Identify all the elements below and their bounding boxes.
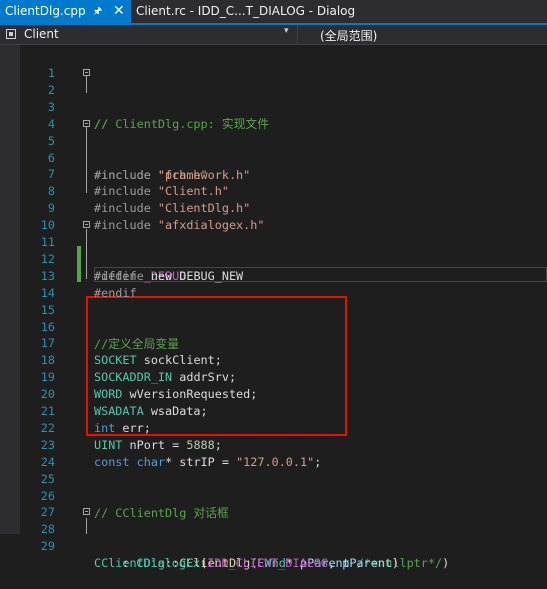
code-line: 2 // ClientDlg.cpp: 实现文件 [0,65,547,131]
code-line: 14 [0,268,547,300]
code-line: 9 #include "afxdialogex.h" [0,183,547,232]
close-icon[interactable]: ✕ [113,0,125,23]
collapse-icon[interactable] [83,119,90,127]
code-line: 12 #define new DEBUG_NEW [0,234,547,283]
collapse-icon[interactable] [83,508,90,516]
macro: IDD_CLIENT_DIALOG [207,556,328,571]
line-number: 29 [40,539,55,554]
code-line: 25 [0,454,547,486]
project-scope-dropdown[interactable]: Client ▾ [0,25,298,44]
code-line: 21 int err; [0,386,547,435]
code-line: 23 const char* strIP = "127.0.0.1"; [0,420,547,469]
parameter: pParent [342,556,392,571]
member-scope-label: (全局范围) [320,29,378,43]
punctuation: ( [200,556,208,571]
code-line: 6 #include "framework.h" [0,133,547,182]
punctuation: ) [391,556,400,571]
scope-label: Client [24,27,59,41]
code-line: 26 // CClientDlg 对话框 [0,471,547,520]
document-tab-bar: ClientDlg.cpp 🖈 ✕ Client.rc - IDD_C...T_… [0,0,547,25]
code-line: 15 [0,285,547,317]
code-line: 16 //定义全局变量 [0,302,547,351]
code-text: : CDialogEx(IDD_CLIENT_DIALOG, pParent) [122,555,399,572]
tab-client-rc[interactable]: Client.rc - IDD_C...T_DIALOG - Dialog [131,0,361,23]
code-line: 13 #endif [0,251,547,300]
punctuation: : [122,556,137,571]
code-line: 1 [0,48,547,80]
chevron-down-icon[interactable]: ▾ [284,26,289,36]
navigation-bar: Client ▾ (全局范围) [0,25,547,45]
code-line: 19 WORD wVersionRequested; [0,352,547,401]
code-line: 11 #ifdef _DEBUG [0,217,547,283]
code-editor[interactable]: 1 2 // ClientDlg.cpp: 实现文件 3 // 4 5 #inc… [0,45,547,570]
code-line: 18 SOCKADDR_IN addrSrv; [0,335,547,384]
code-line: 20 WSADATA wsaData; [0,369,547,418]
code-line: 22 UINT nPort = 5888; [0,403,547,452]
code-line: 4 [0,99,547,131]
class-name: CDialogEx [136,556,201,571]
code-line: 27 [0,487,547,519]
code-line: 28 CClientDlg::CClientDlg(CWnd* pParent … [0,504,547,570]
class-icon [6,29,16,39]
code-line: 24 [0,437,547,469]
code-line: 10 [0,200,547,232]
collapse-icon[interactable] [83,68,90,76]
tab-clientdlg-cpp[interactable]: ClientDlg.cpp 🖈 ✕ [0,0,131,23]
tab-title: ClientDlg.cpp [5,4,86,18]
pin-icon[interactable]: 🖈 [93,0,102,23]
code-line: 8 #include "ClientDlg.h" [0,166,547,215]
code-line: 17 SOCKET sockClient; [0,318,547,367]
code-line: 29 : CDialogEx(IDD_CLIENT_DIALOG, pParen… [0,521,547,570]
code-line: 3 // [0,82,547,131]
member-scope-dropdown[interactable]: (全局范围) [298,25,547,44]
code-line: 7 #include "Client.h" [0,149,547,198]
code-line: 5 #include "pch.h" [0,116,547,182]
tab-title: Client.rc - IDD_C...T_DIALOG - Dialog [136,4,356,18]
punctuation: ) [442,556,450,571]
collapse-icon[interactable] [83,221,90,228]
punctuation: , [328,556,343,571]
